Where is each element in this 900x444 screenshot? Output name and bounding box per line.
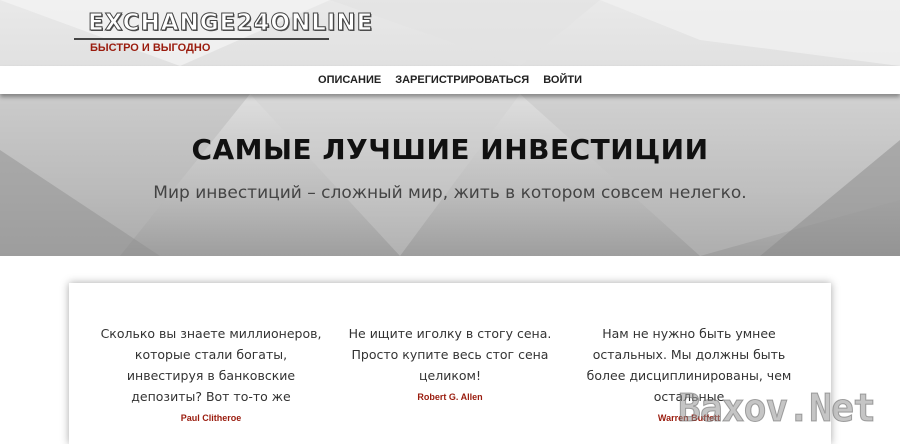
hero-subtitle: Мир инвестиций – сложный мир, жить в кот…	[153, 183, 747, 203]
logo-tagline: БЫСТРО И ВЫГОДНО	[90, 42, 211, 54]
quote-text: Сколько вы знаете миллионеров, которые с…	[100, 326, 322, 404]
watermark: Baxov.Net	[678, 386, 877, 431]
nav-item-login[interactable]: ВОЙТИ	[543, 74, 582, 86]
logo-title: EXCHANGE24ONLINE	[87, 10, 374, 37]
quote-author: Paul Clitheroe	[180, 413, 242, 423]
quote-item: Не ищите иголку в стогу сена. Просто куп…	[338, 323, 562, 444]
main-nav: ОПИСАНИЕ ЗАРЕГИСТРИРОВАТЬСЯ ВОЙТИ	[0, 66, 900, 94]
quote-item: Сколько вы знаете миллионеров, которые с…	[99, 323, 323, 444]
site-logo[interactable]: EXCHANGE24ONLINE БЫСТРО И ВЫГОДНО	[74, 10, 373, 54]
nav-item-description[interactable]: ОПИСАНИЕ	[318, 74, 381, 86]
logo-underline	[74, 38, 329, 40]
hero-title: САМЫЕ ЛУЧШИЕ ИНВЕСТИЦИИ	[191, 133, 709, 166]
quote-text: Не ищите иголку в стогу сена. Просто куп…	[348, 326, 552, 383]
nav-item-register[interactable]: ЗАРЕГИСТРИРОВАТЬСЯ	[395, 74, 529, 86]
quote-author: Robert G. Allen	[417, 392, 483, 402]
